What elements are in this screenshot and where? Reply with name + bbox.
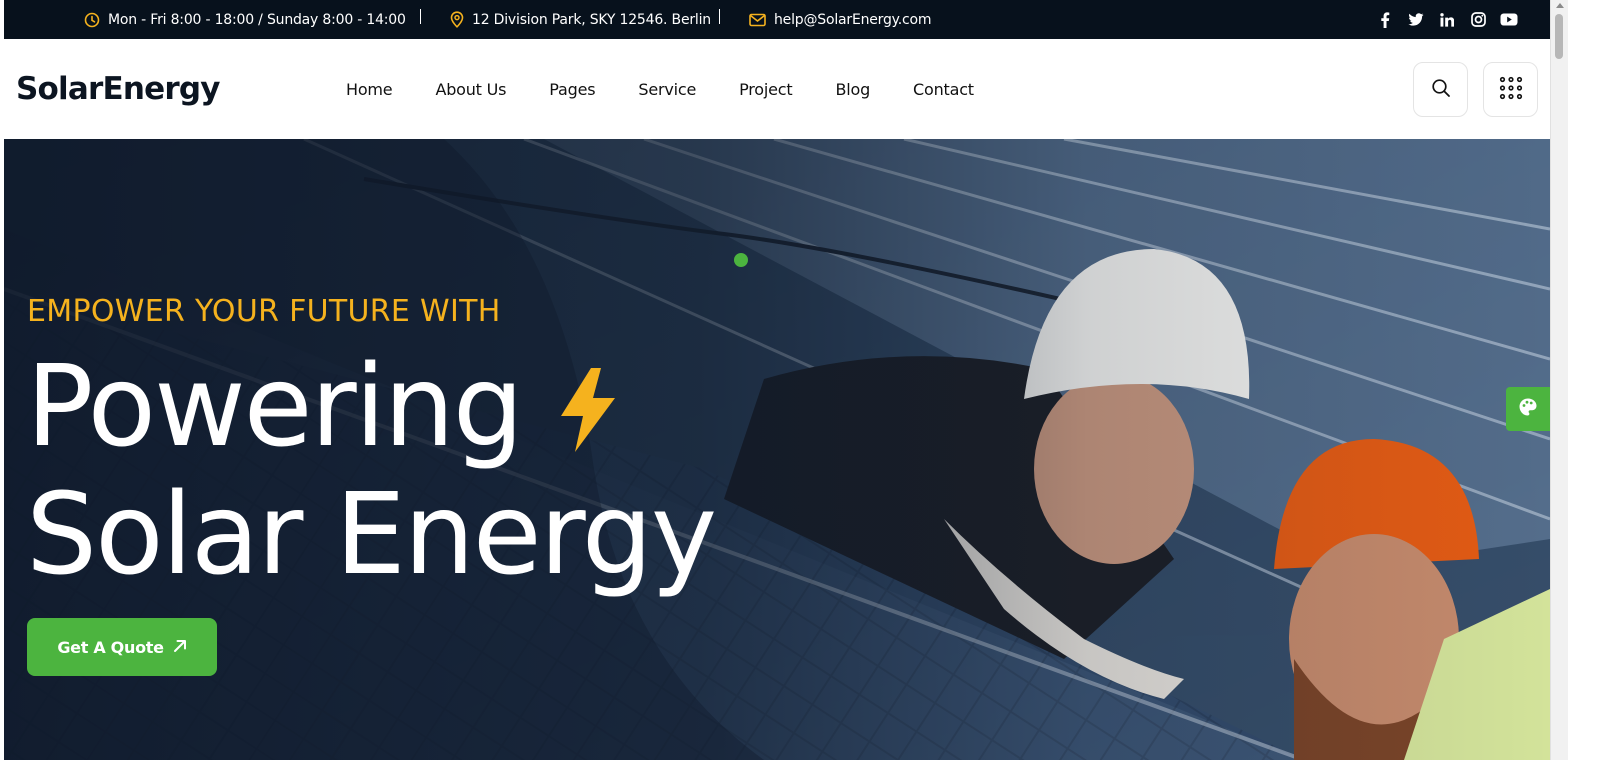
palette-icon — [1518, 397, 1538, 421]
social-links — [1376, 0, 1518, 39]
facebook-icon[interactable] — [1376, 11, 1394, 29]
email-link[interactable]: help@SolarEnergy.com — [774, 12, 932, 28]
lightning-bolt-icon — [557, 368, 617, 456]
arrow-up-right-icon — [173, 638, 187, 657]
window-edge — [0, 0, 4, 760]
theme-palette-button[interactable] — [1506, 387, 1550, 431]
hours-info: Mon - Fri 8:00 - 18:00 / Sunday 8:00 - 1… — [84, 0, 406, 39]
clock-icon — [84, 12, 100, 28]
twitter-icon[interactable] — [1407, 11, 1425, 29]
hero-headline-line1: Powering — [26, 342, 524, 472]
nav-pages[interactable]: Pages — [549, 80, 595, 99]
location-pin-icon — [450, 11, 464, 28]
hero-headline-line2: Solar Energy — [26, 470, 717, 600]
hero-subtitle: EMPOWER YOUR FUTURE WITH — [27, 294, 501, 329]
site-header: SolarEnergy Home About Us Pages Service … — [4, 39, 1550, 139]
get-a-quote-label: Get A Quote — [57, 637, 164, 657]
address-info: 12 Division Park, SKY 12546. Berlin — [450, 0, 711, 39]
menu-grid-button[interactable] — [1483, 62, 1538, 117]
grid-dots-icon — [1499, 76, 1523, 104]
instagram-icon[interactable] — [1469, 11, 1487, 29]
address-text: 12 Division Park, SKY 12546. Berlin — [472, 11, 711, 28]
window-margin — [1568, 0, 1600, 760]
get-a-quote-button[interactable]: Get A Quote — [27, 618, 217, 676]
nav-home[interactable]: Home — [346, 80, 393, 99]
page-scrollbar[interactable] — [1550, 0, 1568, 760]
hero-section: EMPOWER YOUR FUTURE WITH Powering Solar … — [4, 139, 1550, 760]
nav-blog[interactable]: Blog — [835, 80, 870, 99]
nav-contact[interactable]: Contact — [913, 80, 974, 99]
main-nav: Home About Us Pages Service Project Blog… — [346, 39, 1017, 139]
topbar-divider — [420, 9, 421, 24]
email-info[interactable]: help@SolarEnergy.com — [749, 0, 932, 39]
nav-service[interactable]: Service — [638, 80, 696, 99]
search-icon — [1431, 78, 1451, 102]
scrollbar-thumb[interactable] — [1555, 14, 1563, 59]
top-info-bar: Mon - Fri 8:00 - 18:00 / Sunday 8:00 - 1… — [4, 0, 1550, 39]
site-logo[interactable]: SolarEnergy — [16, 71, 220, 107]
search-button[interactable] — [1413, 62, 1468, 117]
youtube-icon[interactable] — [1500, 11, 1518, 29]
topbar-divider — [719, 9, 720, 24]
scroll-up-arrow-icon[interactable] — [1556, 3, 1564, 8]
nav-project[interactable]: Project — [739, 80, 793, 99]
nav-about-us[interactable]: About Us — [435, 80, 506, 99]
slider-dot[interactable] — [734, 253, 748, 267]
linkedin-icon[interactable] — [1438, 11, 1456, 29]
mail-icon — [749, 13, 766, 27]
hours-text: Mon - Fri 8:00 - 18:00 / Sunday 8:00 - 1… — [108, 11, 406, 28]
